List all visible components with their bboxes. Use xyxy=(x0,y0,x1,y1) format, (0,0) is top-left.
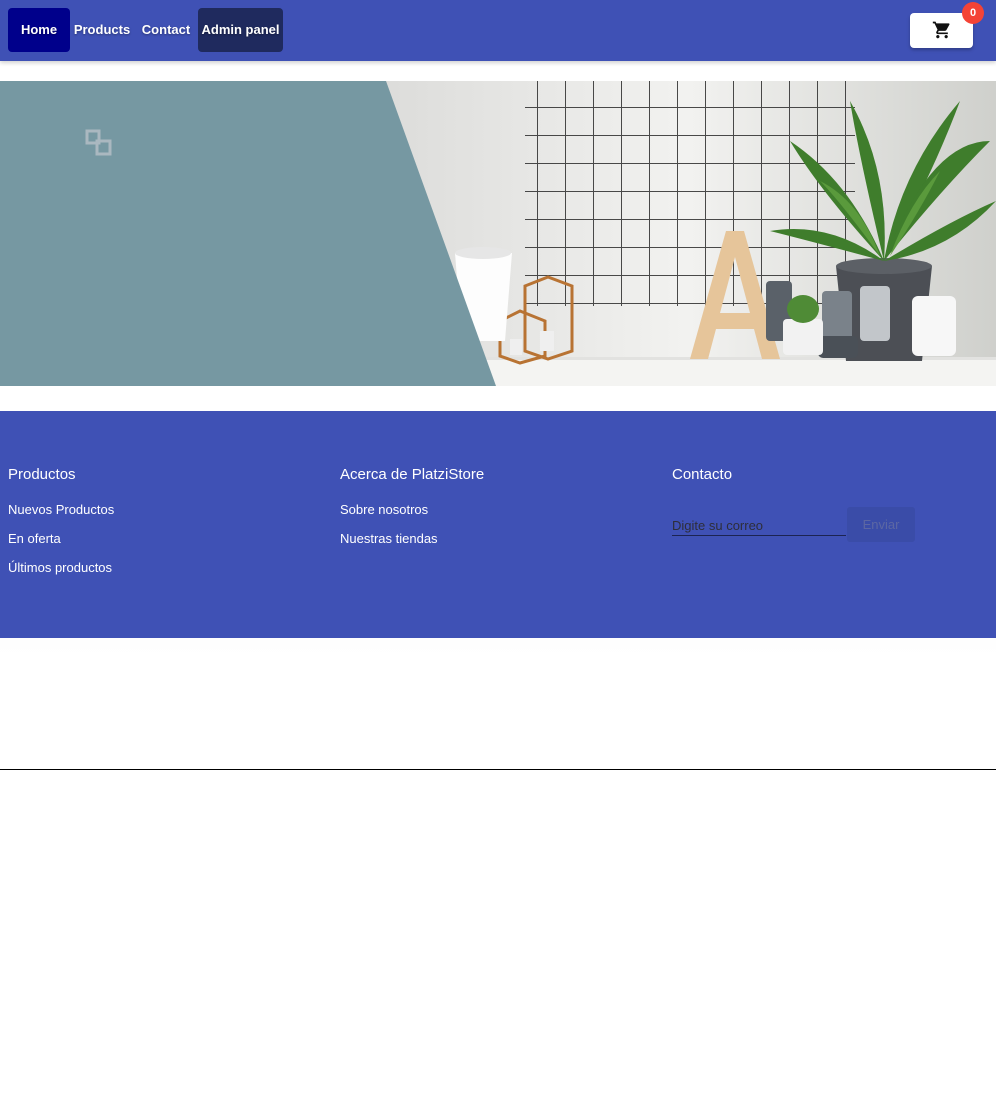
nav-home-button[interactable]: Home xyxy=(8,8,70,52)
cart-count-badge: 0 xyxy=(962,2,984,24)
footer-link-en-oferta[interactable]: En oferta xyxy=(8,529,114,558)
send-button[interactable]: Enviar xyxy=(847,507,915,542)
footer-link-ultimos-productos[interactable]: Últimos productos xyxy=(8,558,114,587)
footer-title-about: Acerca de PlatziStore xyxy=(340,466,485,483)
footer-column-productos: Productos Nuevos Productos En oferta Últ… xyxy=(8,464,114,587)
footer-link-nuestras-tiendas[interactable]: Nuestras tiendas xyxy=(340,529,484,558)
footer-title-contacto: Contacto xyxy=(672,466,733,483)
content-spacer xyxy=(0,638,996,658)
shopping-cart-icon xyxy=(932,21,950,39)
hero-banner xyxy=(0,81,996,386)
footer-link-nuevos-productos[interactable]: Nuevos Productos xyxy=(8,500,114,529)
newsletter-form: Enviar xyxy=(672,507,932,547)
top-toolbar: Home Products Contact Admin panel 0 xyxy=(0,0,996,61)
footer-column-contacto: Contacto Enviar xyxy=(672,464,915,542)
nav-admin-button[interactable]: Admin panel xyxy=(198,8,283,52)
footer-link-sobre-nosotros[interactable]: Sobre nosotros xyxy=(340,500,484,529)
footer: Productos Nuevos Productos En oferta Últ… xyxy=(0,411,996,638)
email-field[interactable] xyxy=(672,515,846,536)
banner-image xyxy=(0,81,996,386)
footer-column-about: Acerca de PlatziStore Sobre nosotros Nue… xyxy=(340,464,484,558)
nav-contact-button[interactable]: Contact xyxy=(138,8,194,52)
footer-title-productos: Productos xyxy=(8,466,76,483)
divider xyxy=(0,769,996,770)
nav-products-button[interactable]: Products xyxy=(72,8,132,52)
